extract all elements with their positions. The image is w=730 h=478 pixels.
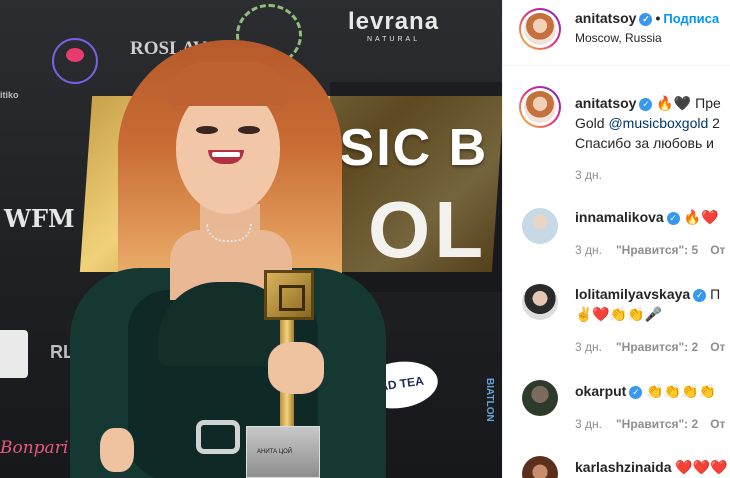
caption-text-1: Пре <box>695 95 721 111</box>
sponsor-logo-wfm: WFM <box>4 204 75 233</box>
commenter-avatar[interactable] <box>522 380 558 416</box>
comment-username[interactable]: okarput <box>575 383 626 399</box>
verified-icon: ✓ <box>639 97 653 111</box>
comment-line: okarput ✓ 👏👏👏👏 <box>575 382 716 400</box>
comment-meta: 3 дн. "Нравится": 2 От <box>575 417 725 431</box>
caption-author-avatar[interactable] <box>519 86 561 128</box>
comment-time[interactable]: 3 дн. <box>575 417 602 431</box>
comment-text: П <box>710 286 721 302</box>
author-username[interactable]: anitatsoy <box>575 10 636 26</box>
verified-icon: ✓ <box>629 385 643 399</box>
verified-icon: ✓ <box>666 211 680 225</box>
eye-right <box>238 126 260 134</box>
comment-line: karlashzinaida ❤️❤️❤️ <box>575 458 728 476</box>
caption-text-2: Gold <box>575 115 609 131</box>
caption-emojis: 🔥🖤 <box>656 95 692 111</box>
comment-likes[interactable]: "Нравится": 2 <box>616 417 698 431</box>
caption-text-3: 2 <box>708 115 720 131</box>
verified-icon: ✓ <box>693 288 707 302</box>
comment-username[interactable]: karlashzinaida <box>575 459 672 475</box>
caption-line-1: anitatsoy ✓ 🔥🖤 Пре <box>575 94 721 112</box>
sponsor-logo-itiko: itiko <box>0 90 19 100</box>
belt-buckle <box>196 420 240 454</box>
follow-button[interactable]: Подписа <box>663 11 719 26</box>
reply-button[interactable]: От <box>710 340 725 354</box>
trophy-head <box>264 270 314 320</box>
caption-line-2: Gold @musicboxgold 2 <box>575 114 720 132</box>
comment-text: 👏👏👏👏 <box>646 383 716 399</box>
commenter-avatar[interactable] <box>522 284 558 320</box>
comment-text: ❤️❤️❤️ <box>675 459 728 475</box>
caption-timestamp[interactable]: 3 дн. <box>575 168 602 182</box>
wall-card <box>0 330 28 378</box>
sponsor-logo-vertical: BIATLON <box>484 378 495 422</box>
reply-button[interactable]: От <box>710 243 725 257</box>
author-avatar[interactable] <box>519 8 561 50</box>
comment-username[interactable]: lolitamilyavskaya <box>575 286 690 302</box>
sponsor-logo-bonpari: Bonpari <box>0 438 69 458</box>
woman-bangs <box>168 62 288 106</box>
reply-button[interactable]: От <box>710 417 725 431</box>
sponsor-logo-levrana: levrana NATURAL <box>348 8 440 43</box>
comment-likes[interactable]: "Нравится": 2 <box>616 340 698 354</box>
author-header-line: anitatsoy ✓ • Подписа <box>575 10 719 26</box>
comment-username[interactable]: innamalikova <box>575 209 664 225</box>
caption-username[interactable]: anitatsoy <box>575 95 636 111</box>
post-side-panel: anitatsoy ✓ • Подписа Moscow, Russia anitat… <box>502 0 730 478</box>
commenter-avatar[interactable] <box>522 208 558 244</box>
sponsor-logo-round <box>52 38 98 84</box>
comment-likes[interactable]: "Нравится": 5 <box>616 243 698 257</box>
commenter-avatar[interactable] <box>522 456 558 478</box>
comment-text-2: ✌️❤️👏👏🎤 <box>575 306 663 322</box>
comment-time[interactable]: 3 дн. <box>575 340 602 354</box>
separator-dot: • <box>655 10 661 26</box>
hand-holding-trophy <box>268 342 324 394</box>
mention-link[interactable]: @musicboxgold <box>608 115 708 131</box>
verified-icon: ✓ <box>639 12 653 26</box>
comment-text: 🔥❤️ <box>683 209 719 225</box>
comment-line: innamalikova ✓ 🔥❤️ <box>575 208 718 226</box>
comment-line: lolitamilyavskaya ✓ П <box>575 285 720 303</box>
comment-time[interactable]: 3 дн. <box>575 243 602 257</box>
comment-meta: 3 дн. "Нравится": 5 От <box>575 243 725 257</box>
post-header: anitatsoy ✓ • Подписа Moscow, Russia <box>503 0 730 66</box>
eye-left <box>196 126 218 134</box>
trophy-base: АНИТА ЦОЙ <box>246 426 320 478</box>
hand-left <box>100 428 134 472</box>
banner-text-line2: OL <box>368 185 488 274</box>
caption-line-3: Спасибо за любовь и <box>575 135 715 151</box>
location-link[interactable]: Moscow, Russia <box>575 31 662 45</box>
post-photo[interactable]: USIC B OL levrana NATURAL ROSLAV WFM iti… <box>0 0 502 478</box>
comment-meta: 3 дн. "Нравится": 2 От <box>575 340 725 354</box>
